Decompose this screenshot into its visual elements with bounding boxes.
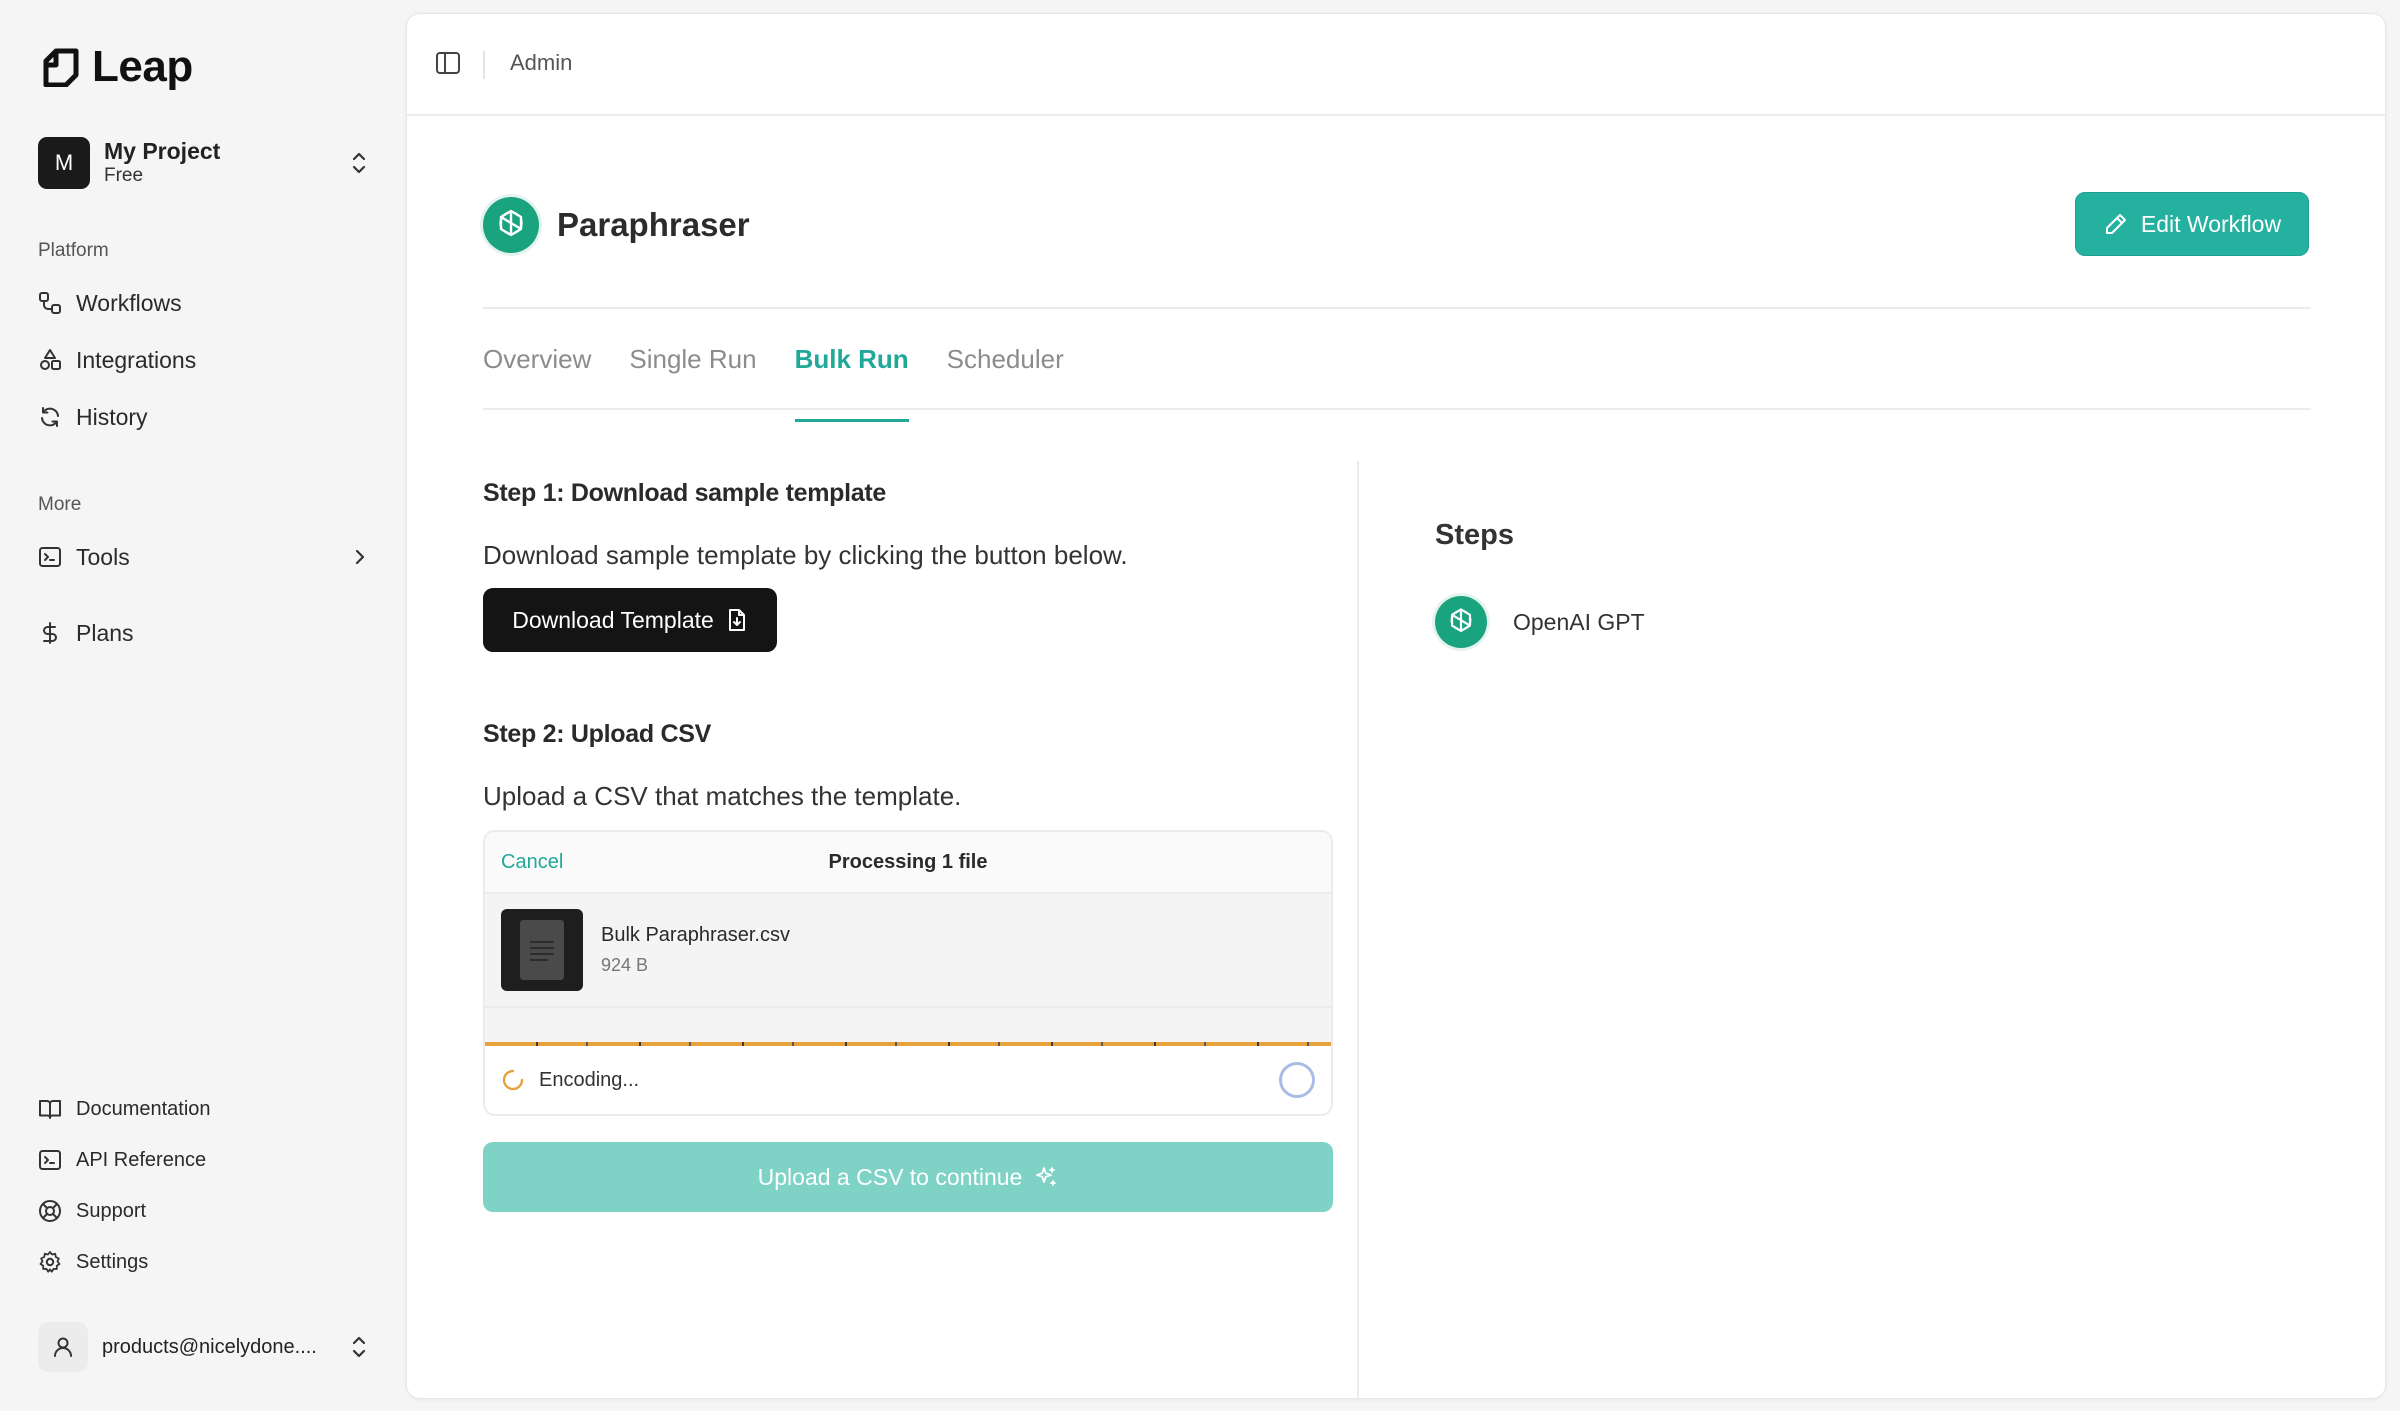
csv-uploader: Cancel Processing 1 file Bulk Paraphrase…	[483, 830, 1333, 1116]
upload-continue-label: Upload a CSV to continue	[757, 1163, 1023, 1190]
page-title: Paraphraser	[557, 206, 750, 243]
step2-description: Upload a CSV that matches the template.	[483, 781, 962, 811]
tab-single-run[interactable]: Single Run	[629, 344, 756, 422]
file-name: Bulk Paraphraser.csv	[601, 924, 790, 946]
step1-description: Download sample template by clicking the…	[483, 540, 1128, 570]
file-download-icon	[728, 609, 745, 631]
project-name: My Project	[104, 138, 221, 164]
sparkles-icon	[1036, 1167, 1057, 1186]
chevron-right-icon	[355, 549, 365, 565]
pencil-icon	[2105, 214, 2126, 234]
uploader-header: Cancel Processing 1 file	[485, 832, 1331, 894]
openai-icon	[483, 197, 539, 253]
main-panel: Admin Paraphraser Edit Workflow Overview…	[406, 13, 2386, 1399]
breadcrumb[interactable]: Admin	[510, 50, 572, 76]
terminal-icon	[39, 1150, 61, 1170]
sidebar-item-tools[interactable]: Tools	[38, 535, 370, 579]
sidebar-item-workflows[interactable]: Workflows	[38, 281, 370, 325]
sidebar-item-label: Tools	[76, 543, 130, 570]
chevrons-up-down-icon	[352, 1336, 366, 1358]
terminal-icon	[39, 547, 61, 567]
sidebar-item-plans[interactable]: Plans	[38, 611, 370, 655]
lifebuoy-icon	[39, 1200, 61, 1222]
column-divider	[1357, 461, 1359, 1398]
tab-scheduler[interactable]: Scheduler	[947, 344, 1064, 422]
spinner-icon	[502, 1069, 524, 1091]
sidebar: Leap M My Project Free Platform Workflow…	[0, 0, 406, 1411]
tab-overview[interactable]: Overview	[483, 344, 591, 422]
uploader-footer: Encoding...	[485, 1046, 1331, 1114]
tabs-divider	[483, 408, 2311, 410]
step2-title: Step 2: Upload CSV	[483, 720, 711, 748]
project-plan: Free	[104, 165, 144, 186]
step-item-label: OpenAI GPT	[1513, 608, 1645, 635]
sidebar-item-label: Workflows	[76, 289, 182, 316]
encoding-label: Encoding...	[539, 1068, 640, 1091]
sidebar-item-support[interactable]: Support	[38, 1191, 370, 1231]
sidebar-item-label: Integrations	[76, 346, 197, 373]
tab-bulk-run[interactable]: Bulk Run	[794, 344, 909, 422]
user-email: products@nicelydone....	[102, 1335, 317, 1358]
sidebar-item-api-reference[interactable]: API Reference	[38, 1140, 370, 1180]
app-logo[interactable]: Leap	[42, 42, 193, 92]
sidebar-item-integrations[interactable]: Integrations	[38, 338, 370, 382]
edit-workflow-label: Edit Workflow	[2140, 210, 2282, 237]
file-info: Bulk Paraphraser.csv 924 B	[601, 924, 790, 976]
cancel-upload-button[interactable]: Cancel	[501, 851, 563, 874]
sidebar-item-label: History	[76, 403, 148, 430]
topbar: Admin	[407, 14, 2385, 116]
workflow-header: Paraphraser	[483, 197, 750, 253]
user-icon	[54, 1337, 72, 1357]
shapes-icon	[40, 349, 61, 370]
sidebar-item-label: Plans	[76, 619, 134, 646]
file-thumbnail	[501, 909, 583, 991]
project-info: My Project Free	[104, 138, 348, 188]
upload-status: Processing 1 file	[828, 850, 988, 873]
edit-workflow-button[interactable]: Edit Workflow	[2075, 192, 2309, 256]
dollar-icon	[43, 622, 57, 644]
steps-heading: Steps	[1435, 519, 1514, 551]
more-section-label: More	[38, 494, 82, 515]
avatar	[38, 1322, 88, 1372]
workflow-tabs: Overview Single Run Bulk Run Scheduler	[483, 344, 1064, 422]
sidebar-toggle-icon[interactable]	[435, 50, 461, 76]
file-icon	[520, 920, 564, 980]
sidebar-item-settings[interactable]: Settings	[38, 1242, 370, 1282]
workflow-icon	[39, 292, 61, 314]
progress-circle-icon	[1279, 1062, 1315, 1098]
project-switcher[interactable]: M My Project Free	[38, 136, 370, 190]
refresh-icon	[41, 407, 59, 427]
sidebar-item-label: Documentation	[76, 1097, 211, 1120]
topbar-divider	[483, 51, 485, 79]
project-avatar: M	[38, 137, 90, 189]
sidebar-item-label: Support	[76, 1199, 147, 1222]
app-name: Leap	[92, 42, 193, 91]
sidebar-item-history[interactable]: History	[38, 395, 370, 439]
download-template-button[interactable]: Download Template	[483, 588, 777, 652]
uploaded-file-item: Bulk Paraphraser.csv 924 B	[485, 894, 1331, 1008]
leap-logo-icon	[43, 48, 79, 87]
sidebar-item-documentation[interactable]: Documentation	[38, 1089, 370, 1129]
user-menu[interactable]: products@nicelydone....	[38, 1320, 370, 1374]
step-item-openai-gpt[interactable]: OpenAI GPT	[1435, 596, 1645, 648]
step1-title: Step 1: Download sample template	[483, 479, 886, 507]
chevrons-up-down-icon	[352, 152, 366, 174]
book-icon	[39, 1100, 61, 1119]
download-template-label: Download Template	[512, 606, 714, 633]
gear-icon	[39, 1251, 61, 1273]
header-divider	[483, 307, 2311, 309]
sidebar-item-label: Settings	[76, 1250, 149, 1273]
platform-section-label: Platform	[38, 240, 109, 261]
sidebar-item-label: API Reference	[76, 1148, 207, 1171]
openai-icon	[1435, 596, 1487, 648]
uploader-spacer	[485, 1008, 1331, 1042]
upload-continue-button[interactable]: Upload a CSV to continue	[483, 1142, 1333, 1212]
file-size: 924 B	[601, 955, 649, 975]
